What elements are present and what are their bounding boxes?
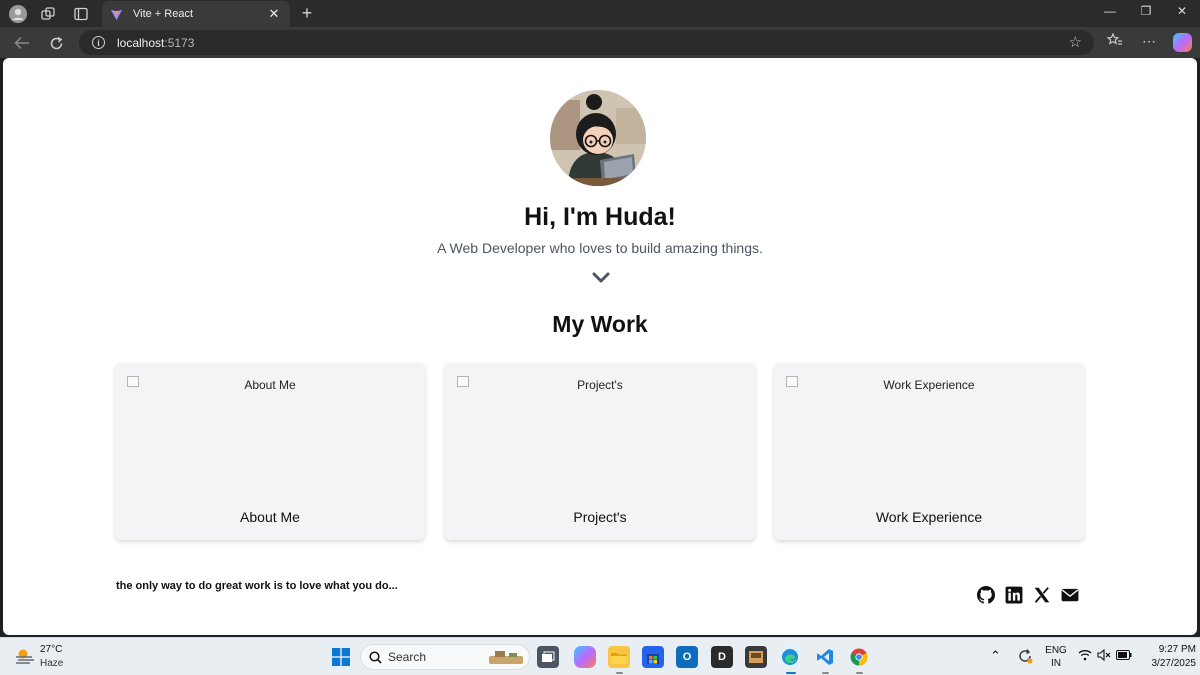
- windows-logo-icon: [332, 648, 350, 666]
- github-icon[interactable]: [977, 586, 995, 604]
- card-work-experience[interactable]: Work Experience Work Experience: [774, 363, 1084, 540]
- battery-icon[interactable]: [1115, 650, 1133, 663]
- card-projects[interactable]: Project's Project's: [445, 363, 755, 540]
- haze-weather-icon[interactable]: [15, 647, 35, 665]
- linkedin-icon[interactable]: [1005, 586, 1023, 604]
- show-hidden-icons-chevron-icon[interactable]: ⌃: [990, 648, 1001, 664]
- running-indicator: [856, 672, 863, 674]
- window-close-button[interactable]: ✕: [1172, 4, 1192, 18]
- search-highlight-icon: [489, 651, 523, 664]
- address-bar[interactable]: i localhost:5173 ☆: [79, 30, 1094, 55]
- language-region: IN: [1051, 658, 1061, 669]
- card-about-me[interactable]: About Me About Me: [115, 363, 425, 540]
- app-icon[interactable]: [745, 646, 767, 668]
- clock-time[interactable]: 9:27 PM: [1140, 644, 1196, 655]
- hero-title: Hi, I'm Huda!: [524, 203, 676, 231]
- weather-condition: Haze: [40, 658, 64, 669]
- address-host: localhost: [117, 35, 165, 50]
- clock-date: 3/27/2025: [1151, 658, 1197, 669]
- workspaces-icon[interactable]: [38, 4, 58, 24]
- running-indicator: [822, 672, 829, 674]
- minimize-button[interactable]: —: [1100, 4, 1120, 18]
- card-label: Work Experience: [875, 509, 983, 525]
- edge-browser-icon[interactable]: [779, 646, 801, 668]
- x-icon[interactable]: [1033, 586, 1051, 604]
- card-image-alt: Work Experience: [883, 378, 975, 392]
- card-image-alt: About Me: [244, 378, 296, 392]
- taskbar-search[interactable]: Search: [360, 644, 530, 670]
- tab-close-icon[interactable]: ✕: [266, 6, 282, 22]
- active-indicator: [786, 672, 796, 674]
- weather-temperature: 27°C: [40, 644, 63, 655]
- microsoft-store-icon[interactable]: [642, 646, 664, 668]
- vertical-tabs-icon[interactable]: [71, 4, 91, 24]
- copilot-icon[interactable]: [1173, 33, 1192, 52]
- browser-tab-active[interactable]: Vite + React ✕: [102, 1, 290, 27]
- card-label: Project's: [573, 509, 627, 525]
- outlook-icon[interactable]: O: [676, 646, 698, 668]
- hero-subtitle: A Web Developer who loves to build amazi…: [437, 240, 763, 256]
- dictionary-app-icon[interactable]: D: [711, 646, 733, 668]
- profile-avatar-icon[interactable]: [8, 4, 28, 24]
- back-button[interactable]: [11, 32, 33, 54]
- language-code[interactable]: ENG: [1044, 645, 1068, 656]
- copilot-taskbar-icon[interactable]: [574, 646, 596, 668]
- wifi-icon[interactable]: [1077, 649, 1093, 664]
- new-tab-button[interactable]: +: [298, 3, 316, 23]
- favorites-icon[interactable]: [1105, 32, 1125, 50]
- vite-favicon-icon: [110, 9, 123, 20]
- more-options-icon[interactable]: ⋯: [1139, 33, 1159, 50]
- running-indicator: [616, 672, 623, 674]
- refresh-button[interactable]: [45, 32, 67, 54]
- section-title-my-work: My Work: [552, 311, 648, 337]
- card-image-alt: Project's: [577, 378, 623, 392]
- back-arrow-icon: [14, 36, 29, 50]
- file-explorer-icon[interactable]: [608, 646, 630, 668]
- card-label: About Me: [240, 509, 300, 525]
- footer-quote: the only way to do great work is to love…: [116, 580, 398, 592]
- volume-muted-icon[interactable]: [1096, 648, 1112, 664]
- refresh-icon: [50, 36, 62, 49]
- profile-avatar: [550, 90, 646, 186]
- search-icon: [369, 650, 382, 664]
- site-info-icon[interactable]: i: [92, 36, 105, 49]
- start-button[interactable]: [330, 646, 352, 668]
- chrome-icon[interactable]: [848, 646, 870, 668]
- vscode-icon[interactable]: [814, 646, 836, 668]
- sync-icon[interactable]: [1016, 648, 1034, 667]
- address-port: :5173: [164, 35, 195, 50]
- tab-title: Vite + React: [133, 8, 194, 20]
- taskbar: 27°C Haze Search O D ⌃ ENG IN 9:27 PM 3/…: [0, 637, 1200, 675]
- browser-tab-bar: Vite + React ✕ + — ❐ ✕: [0, 0, 1200, 27]
- chevron-down-icon[interactable]: [591, 270, 611, 286]
- page-viewport: Hi, I'm Huda! A Web Developer who loves …: [3, 58, 1197, 635]
- task-view-icon[interactable]: [537, 646, 559, 668]
- search-placeholder: Search: [388, 650, 427, 664]
- favorite-star-icon[interactable]: ☆: [1069, 33, 1082, 51]
- restore-button[interactable]: ❐: [1136, 4, 1156, 18]
- browser-toolbar: i localhost:5173 ☆ ⋯: [0, 27, 1200, 58]
- email-icon[interactable]: [1061, 586, 1079, 604]
